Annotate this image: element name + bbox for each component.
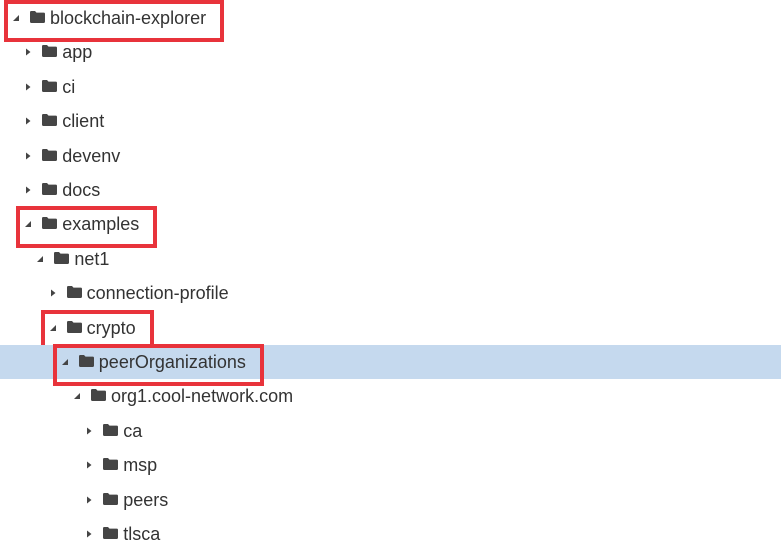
tree-item-label: msp [123,455,158,476]
triangle-down-icon[interactable] [73,392,81,400]
tree-item-label: blockchain-explorer [50,8,207,28]
folder-icon [42,79,58,92]
triangle-right-icon[interactable] [24,48,32,56]
folder-icon [103,527,119,539]
folder-icon [30,11,45,23]
triangle-down-icon[interactable] [12,14,20,22]
triangle-down-icon[interactable] [24,220,32,228]
triangle-right-icon[interactable] [85,427,93,435]
tree-item-label: ca [123,420,143,441]
tree-row[interactable]: org1.cool-network.com [0,379,781,413]
tree-item-label: client [62,111,105,132]
triangle-down-icon[interactable] [36,255,44,263]
file-tree: blockchain-explorer app ci client devenv docs… [0,0,781,554]
tree-row[interactable]: net1 [0,242,781,276]
folder-icon [78,355,94,367]
folder-icon [103,458,119,471]
tree-row[interactable]: peers [0,483,781,517]
triangle-right-icon[interactable] [24,152,32,160]
triangle-right-icon[interactable] [49,289,57,297]
tree-item-label: ci [62,76,76,97]
tree-item-label: peerOrganizations [98,352,246,372]
tree-item-label: connection-profile [86,283,229,304]
tree-item-label: examples [62,214,140,235]
tree-item-label: crypto [86,317,136,338]
tree-row[interactable]: ca [0,414,781,448]
tree-row[interactable]: examples [0,207,781,241]
triangle-right-icon[interactable] [24,83,32,91]
tree-row[interactable]: client [0,104,781,138]
tree-row[interactable]: peerOrganizations [0,345,781,379]
folder-icon [54,251,70,264]
folder-icon [42,114,58,127]
folder-icon [42,183,58,195]
tree-item-label: org1.cool-network.com [111,386,294,407]
triangle-down-icon[interactable] [61,358,69,366]
tree-item-label: peers [123,489,169,510]
folder-icon [42,45,58,58]
tree-row[interactable]: devenv [0,139,781,173]
folder-icon [91,389,106,402]
tree-item-label: app [62,42,93,63]
folder-icon [103,492,119,505]
folder-icon [42,148,58,161]
folder-icon [66,320,82,333]
triangle-right-icon[interactable] [24,117,32,125]
folder-icon [103,423,119,436]
triangle-down-icon[interactable] [49,324,57,332]
folder-icon [66,286,82,299]
triangle-right-icon[interactable] [85,530,93,538]
triangle-right-icon[interactable] [24,186,32,194]
tree-row[interactable]: tlsca [0,517,781,551]
tree-row[interactable]: docs [0,173,781,207]
tree-item-label: devenv [62,145,121,166]
tree-item-label: tlsca [123,524,161,544]
tree-item-label: net1 [74,248,110,269]
tree-item-label: docs [62,180,101,200]
tree-row[interactable]: connection-profile [0,276,781,310]
tree-row[interactable]: crypto [0,311,781,345]
tree-row[interactable]: blockchain-explorer [0,1,781,35]
triangle-right-icon[interactable] [85,496,93,504]
tree-row[interactable]: msp [0,448,781,482]
tree-row[interactable]: ci [0,70,781,104]
folder-icon [42,217,58,230]
triangle-right-icon[interactable] [85,461,93,469]
tree-row[interactable]: app [0,35,781,69]
